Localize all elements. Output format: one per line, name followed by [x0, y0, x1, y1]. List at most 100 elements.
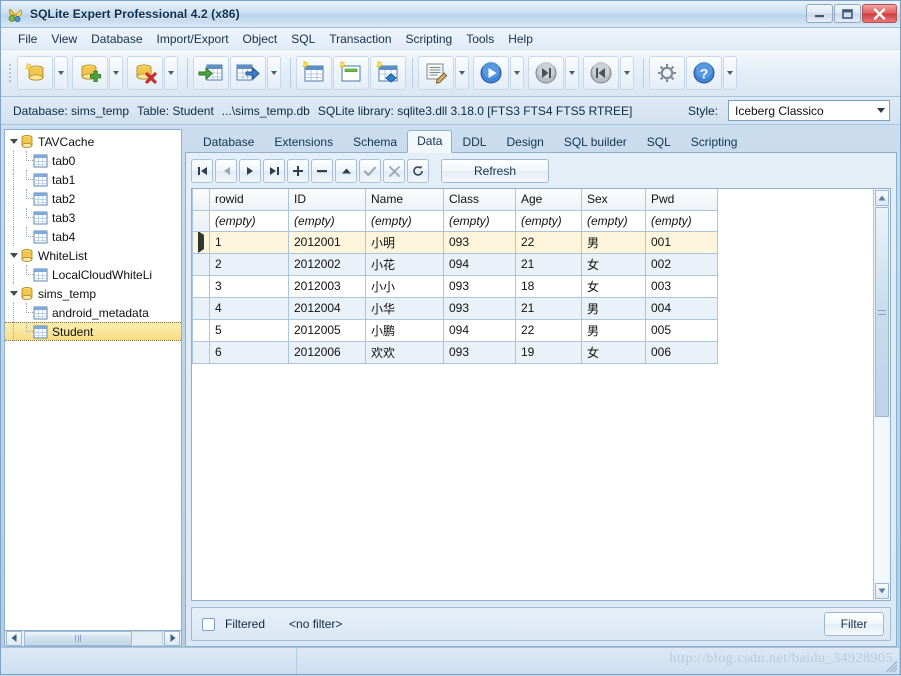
export-data-button[interactable]	[230, 56, 266, 90]
column-header-rowid[interactable]: rowid	[210, 189, 289, 210]
step-forward-button[interactable]	[528, 56, 564, 90]
last-record-button[interactable]	[263, 159, 285, 183]
previous-record-button[interactable]	[215, 159, 237, 183]
filter-button[interactable]: Filter	[824, 612, 884, 636]
column-header-id[interactable]: ID	[289, 189, 366, 210]
tab-schema[interactable]: Schema	[343, 131, 407, 153]
menu-transaction[interactable]: Transaction	[322, 29, 398, 49]
tree-node-tab0[interactable]: tab0	[5, 151, 181, 170]
tree-node-student[interactable]: Student	[5, 322, 181, 341]
scroll-track[interactable]	[133, 631, 163, 646]
filter-cell-class[interactable]: (empty)	[444, 210, 516, 231]
cell-age[interactable]: 21	[516, 253, 582, 275]
filtered-checkbox[interactable]	[202, 618, 215, 631]
column-header-sex[interactable]: Sex	[582, 189, 646, 210]
cell-age[interactable]: 21	[516, 297, 582, 319]
cell-name[interactable]: 小花	[366, 253, 444, 275]
menu-help[interactable]: Help	[501, 29, 540, 49]
menu-import-export[interactable]: Import/Export	[150, 29, 236, 49]
cell-class[interactable]: 094	[444, 253, 516, 275]
cell-sex[interactable]: 女	[582, 275, 646, 297]
data-grid[interactable]: rowid ID Name Class Age Sex Pwd	[192, 189, 873, 600]
filter-cell-name[interactable]: (empty)	[366, 210, 444, 231]
tree-node-tab4[interactable]: tab4	[5, 227, 181, 246]
tree-node-tavcache[interactable]: TAVCache	[5, 132, 181, 151]
cancel-edit-button[interactable]	[383, 159, 405, 183]
maximize-button[interactable]	[834, 4, 861, 23]
menu-object[interactable]: Object	[236, 29, 285, 49]
cell-age[interactable]: 22	[516, 231, 582, 253]
cell-id[interactable]: 2012003	[289, 275, 366, 297]
cell-name[interactable]: 小小	[366, 275, 444, 297]
cell-id[interactable]: 2012004	[289, 297, 366, 319]
edit-sql-dropdown[interactable]	[455, 56, 469, 90]
scroll-down-button[interactable]	[875, 583, 889, 599]
cell-id[interactable]: 2012002	[289, 253, 366, 275]
style-select[interactable]: Iceberg Classico	[728, 100, 890, 121]
cell-pwd[interactable]: 001	[646, 231, 718, 253]
cell-name[interactable]: 小明	[366, 231, 444, 253]
object-tree[interactable]: TAVCache tab0 tab1	[4, 129, 182, 631]
tree-node-android-metadata[interactable]: android_metadata	[5, 303, 181, 322]
cell-pwd[interactable]: 002	[646, 253, 718, 275]
tab-data[interactable]: Data	[407, 130, 452, 153]
minimize-button[interactable]	[806, 4, 833, 23]
cell-class[interactable]: 093	[444, 231, 516, 253]
cell-sex[interactable]: 女	[582, 341, 646, 363]
step-forward-dropdown[interactable]	[565, 56, 579, 90]
refresh-button[interactable]: Refresh	[441, 159, 549, 183]
filter-cell-age[interactable]: (empty)	[516, 210, 582, 231]
scroll-right-button[interactable]	[164, 631, 180, 646]
table-row[interactable]: 5 2012005 小鹏 094 22 男 005	[193, 319, 718, 341]
cell-sex[interactable]: 男	[582, 319, 646, 341]
menu-tools[interactable]: Tools	[459, 29, 501, 49]
tree-scroll-thumb[interactable]	[24, 631, 132, 646]
cell-sex[interactable]: 女	[582, 253, 646, 275]
tab-ddl[interactable]: DDL	[452, 131, 496, 153]
close-button[interactable]	[862, 4, 897, 23]
insert-record-button[interactable]	[287, 159, 309, 183]
options-button[interactable]	[649, 56, 685, 90]
cell-name[interactable]: 欢欢	[366, 341, 444, 363]
table-row[interactable]: 6 2012006 欢欢 093 19 女 006	[193, 341, 718, 363]
open-database-button[interactable]	[17, 56, 53, 90]
tree-node-localcloudwhitelist[interactable]: LocalCloudWhiteLi	[5, 265, 181, 284]
cell-id[interactable]: 2012006	[289, 341, 366, 363]
tree-node-whitelist[interactable]: WhiteList	[5, 246, 181, 265]
edit-record-button[interactable]	[335, 159, 357, 183]
filter-cell-sex[interactable]: (empty)	[582, 210, 646, 231]
tab-sql[interactable]: SQL	[637, 131, 681, 153]
scroll-left-button[interactable]	[6, 631, 22, 646]
column-header-class[interactable]: Class	[444, 189, 516, 210]
cell-rowid[interactable]: 5	[210, 319, 289, 341]
tab-database[interactable]: Database	[193, 131, 264, 153]
cell-id[interactable]: 2012001	[289, 231, 366, 253]
column-header-name[interactable]: Name	[366, 189, 444, 210]
export-data-dropdown[interactable]	[267, 56, 281, 90]
cell-pwd[interactable]: 003	[646, 275, 718, 297]
grid-scroll-thumb[interactable]	[875, 207, 889, 417]
post-edit-button[interactable]	[359, 159, 381, 183]
cell-name[interactable]: 小华	[366, 297, 444, 319]
refresh-record-button[interactable]	[407, 159, 429, 183]
cell-rowid[interactable]: 2	[210, 253, 289, 275]
tree-node-tab3[interactable]: tab3	[5, 208, 181, 227]
next-record-button[interactable]	[239, 159, 261, 183]
cell-name[interactable]: 小鹏	[366, 319, 444, 341]
cell-age[interactable]: 18	[516, 275, 582, 297]
open-database-dropdown[interactable]	[54, 56, 68, 90]
delete-database-dropdown[interactable]	[164, 56, 178, 90]
cell-pwd[interactable]: 005	[646, 319, 718, 341]
toolbar-grip[interactable]	[7, 58, 13, 88]
cell-class[interactable]: 094	[444, 319, 516, 341]
cell-age[interactable]: 22	[516, 319, 582, 341]
cell-sex[interactable]: 男	[582, 231, 646, 253]
tree-node-tab2[interactable]: tab2	[5, 189, 181, 208]
tree-node-tab1[interactable]: tab1	[5, 170, 181, 189]
menu-scripting[interactable]: Scripting	[399, 29, 460, 49]
execute-dropdown[interactable]	[510, 56, 524, 90]
tab-design[interactable]: Design	[496, 131, 553, 153]
table-row[interactable]: 4 2012004 小华 093 21 男 004	[193, 297, 718, 319]
tab-extensions[interactable]: Extensions	[264, 131, 343, 153]
table-row[interactable]: 2 2012002 小花 094 21 女 002	[193, 253, 718, 275]
